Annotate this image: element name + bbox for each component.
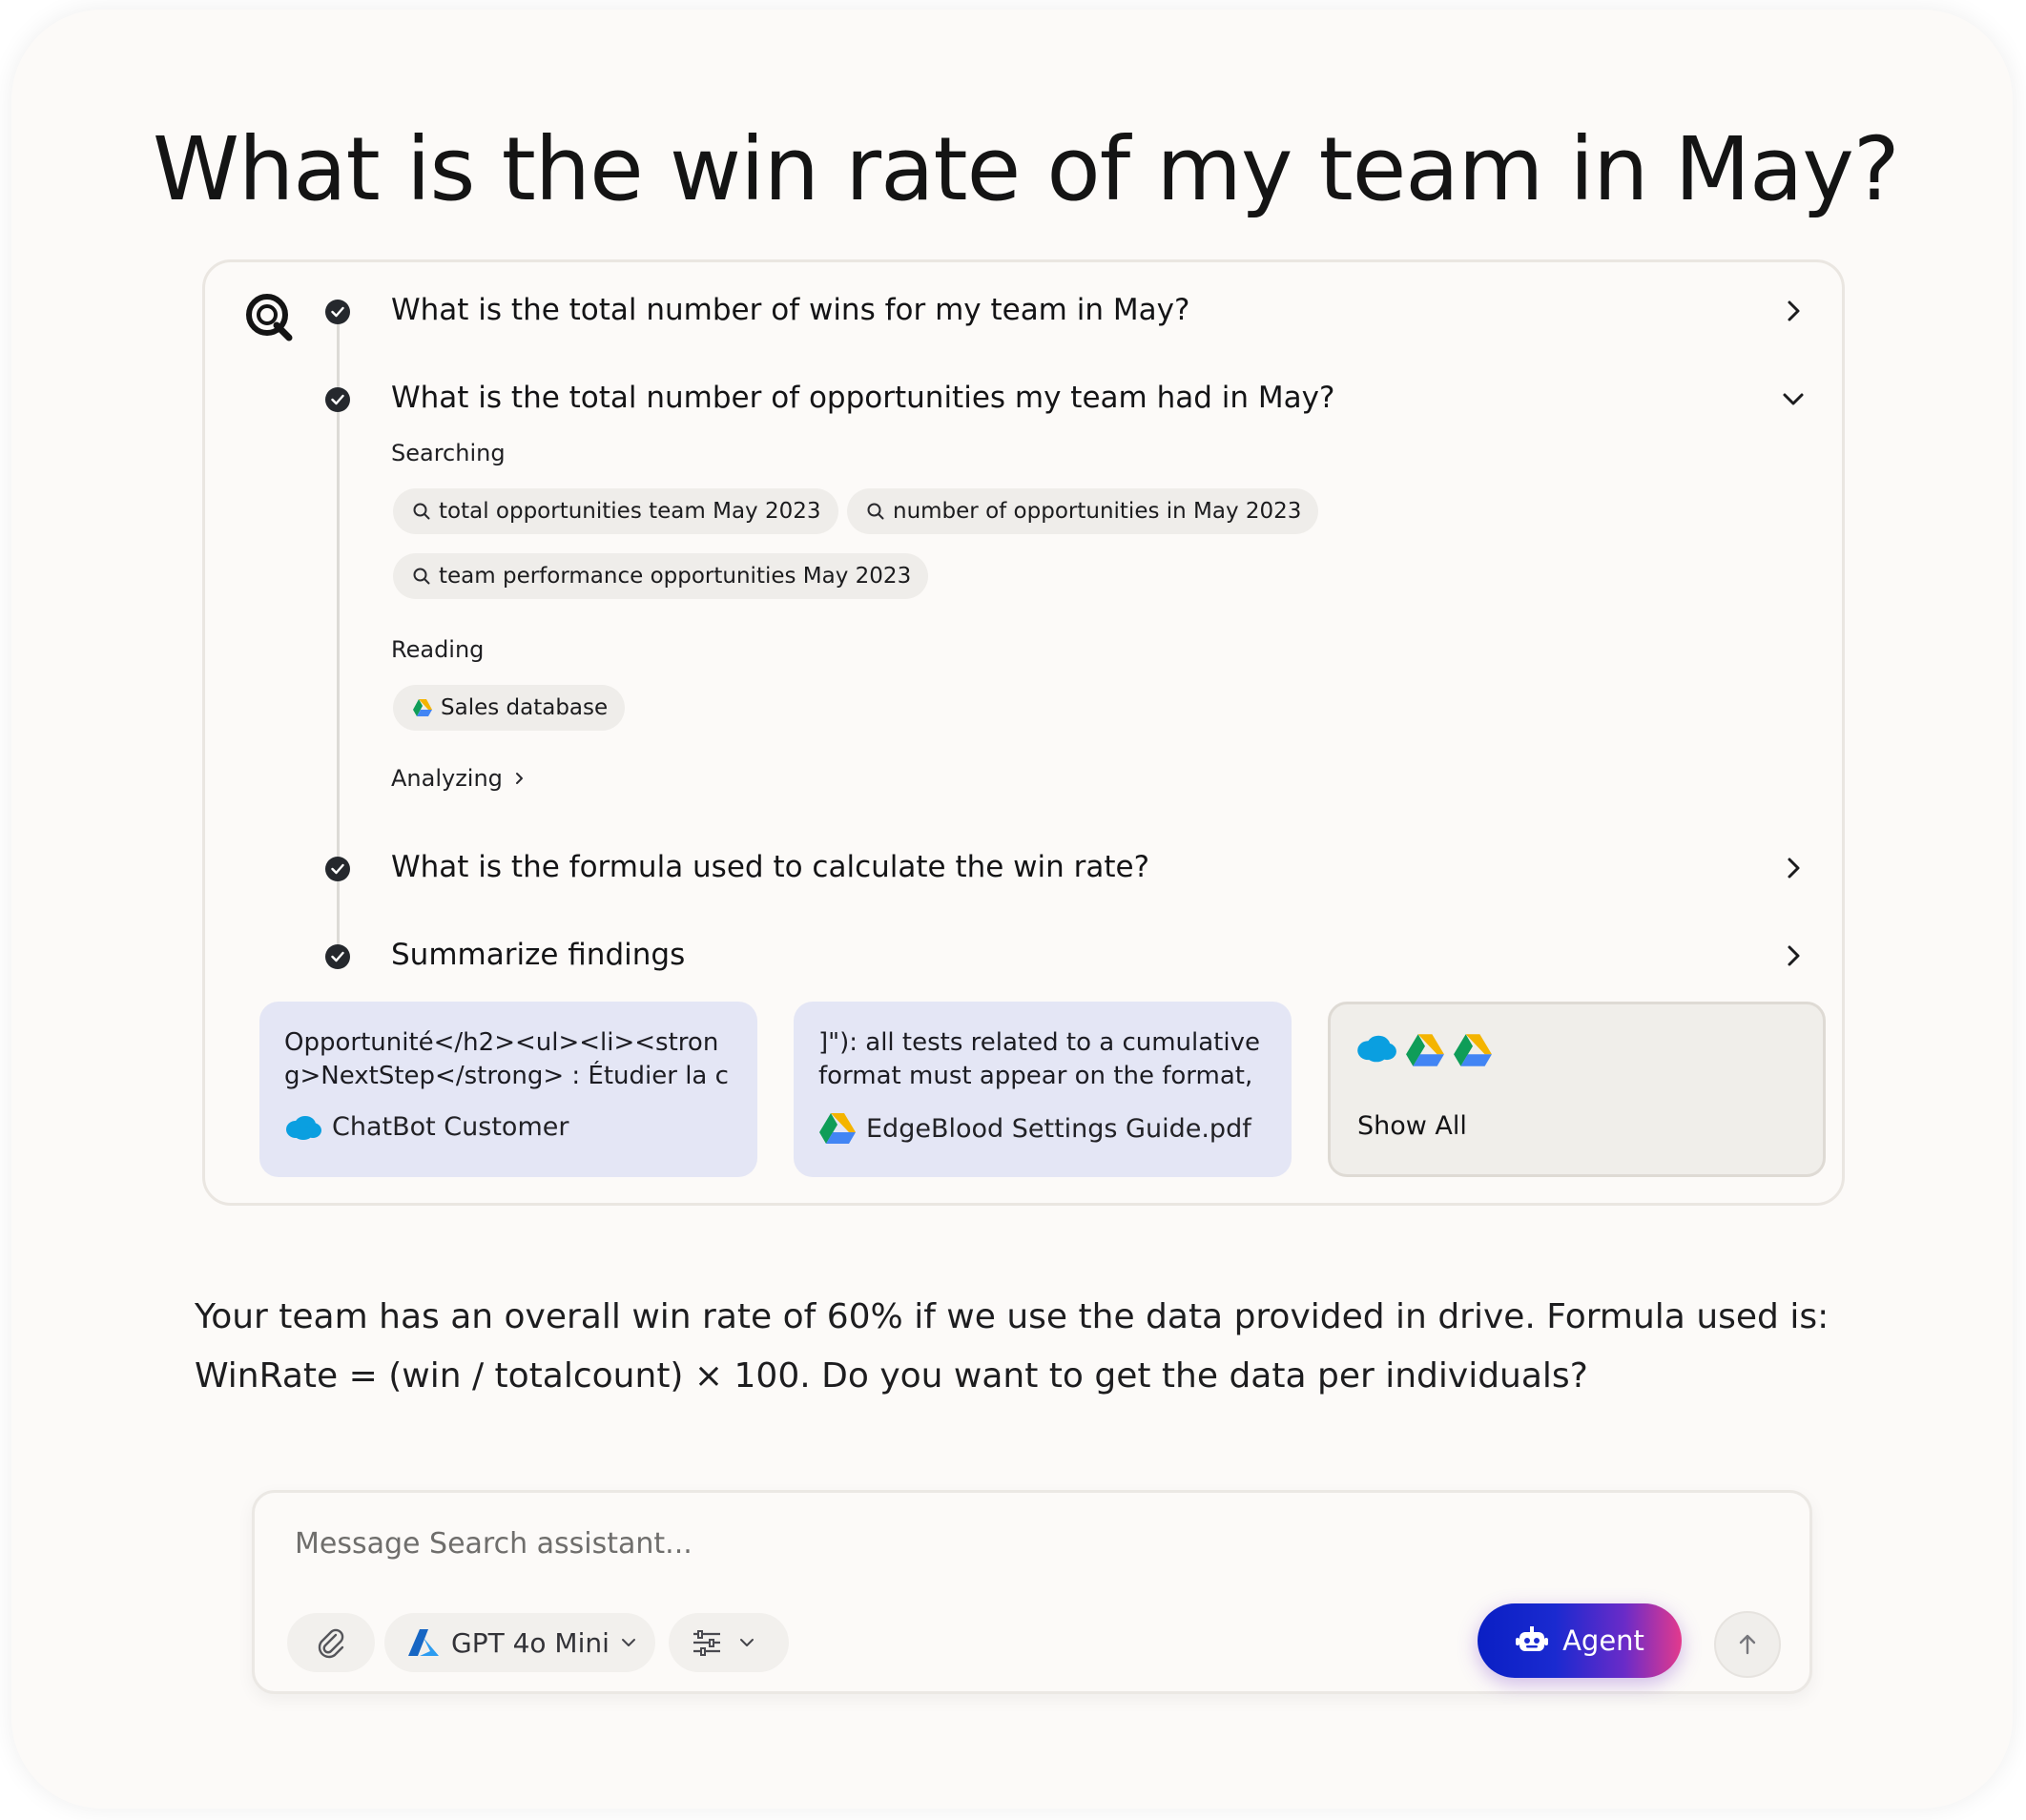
model-selector[interactable]: GPT 4o Mini: [384, 1613, 655, 1672]
paperclip-icon: [315, 1626, 347, 1659]
step-1-label[interactable]: What is the total number of wins for my …: [391, 293, 1189, 327]
source-snippet: ]"): all tests related to a cumulative f…: [818, 1028, 1260, 1090]
searching-label: Searching: [391, 440, 506, 466]
step-2-label[interactable]: What is the total number of opportunitie…: [391, 381, 1334, 415]
search-query-text: total opportunities team May 2023: [439, 499, 821, 524]
google-drive-icon: [818, 1112, 857, 1145]
chevron-down-icon[interactable]: [1780, 385, 1807, 412]
robot-icon: [1515, 1625, 1549, 1656]
search-query-chip[interactable]: total opportunities team May 2023: [393, 488, 838, 534]
source-card[interactable]: Opportunité</h2><ul><li><strong>NextStep…: [259, 1002, 757, 1177]
step-3-label[interactable]: What is the formula used to calculate th…: [391, 850, 1149, 884]
message-input[interactable]: [293, 1516, 1346, 1571]
chevron-right-icon[interactable]: [1780, 942, 1807, 969]
message-composer: GPT 4o Mini Agent: [252, 1490, 1812, 1694]
step-4-label[interactable]: Summarize findings: [391, 938, 685, 972]
step-complete-icon: [325, 300, 350, 324]
search-icon: [412, 567, 431, 586]
search-icon: [412, 502, 431, 521]
source-snippet: Opportunité</h2><ul><li><strong>NextStep…: [284, 1028, 729, 1090]
chevron-right-icon[interactable]: [1780, 298, 1807, 324]
show-all-label: Show All: [1357, 1111, 1467, 1141]
show-all-sources-button[interactable]: Show All: [1328, 1002, 1826, 1177]
chevron-right-icon[interactable]: [1780, 855, 1807, 881]
search-query-chip[interactable]: team performance opportunities May 2023: [393, 553, 929, 599]
agent-button[interactable]: Agent: [1478, 1603, 1682, 1678]
reading-label: Reading: [391, 636, 485, 663]
model-name: GPT 4o Mini: [451, 1626, 610, 1659]
chevron-right-icon: [514, 772, 526, 785]
chevron-down-icon: [739, 1637, 755, 1648]
source-card[interactable]: ]"): all tests related to a cumulative f…: [794, 1002, 1292, 1177]
attach-button[interactable]: [287, 1613, 375, 1672]
chevron-down-icon: [621, 1637, 636, 1648]
source-name: ChatBot Customer: [332, 1112, 569, 1142]
sliders-icon: [692, 1629, 722, 1656]
search-query-text: number of opportunities in May 2023: [893, 499, 1302, 524]
search-icon: [866, 502, 885, 521]
salesforce-icon: [284, 1114, 322, 1141]
step-complete-icon: [325, 857, 350, 881]
reading-source-text: Sales database: [441, 695, 609, 720]
analyzing-label: Analyzing: [391, 765, 503, 792]
google-drive-icon: [412, 698, 433, 717]
send-button[interactable]: [1714, 1611, 1781, 1678]
source-name: EdgeBlood Settings Guide.pdf: [866, 1113, 1251, 1144]
assistant-logo-icon: [242, 290, 296, 343]
analyzing-toggle[interactable]: Analyzing: [391, 765, 526, 792]
page-title: What is the win rate of my team in May?: [153, 118, 1900, 220]
reading-source-chip[interactable]: Sales database: [393, 685, 626, 731]
agent-label: Agent: [1562, 1624, 1644, 1657]
azure-icon: [407, 1628, 440, 1657]
google-drive-icon: [1405, 1033, 1445, 1071]
google-drive-icon: [1453, 1033, 1493, 1071]
settings-dropdown[interactable]: [669, 1613, 789, 1672]
assistant-answer: Your team has an overall win rate of 60%…: [195, 1297, 1830, 1396]
step-complete-icon: [325, 944, 350, 969]
arrow-up-icon: [1735, 1632, 1760, 1657]
salesforce-icon: [1355, 1033, 1397, 1071]
step-complete-icon: [325, 387, 350, 412]
search-query-text: team performance opportunities May 2023: [439, 564, 912, 589]
search-query-chip[interactable]: number of opportunities in May 2023: [847, 488, 1319, 534]
